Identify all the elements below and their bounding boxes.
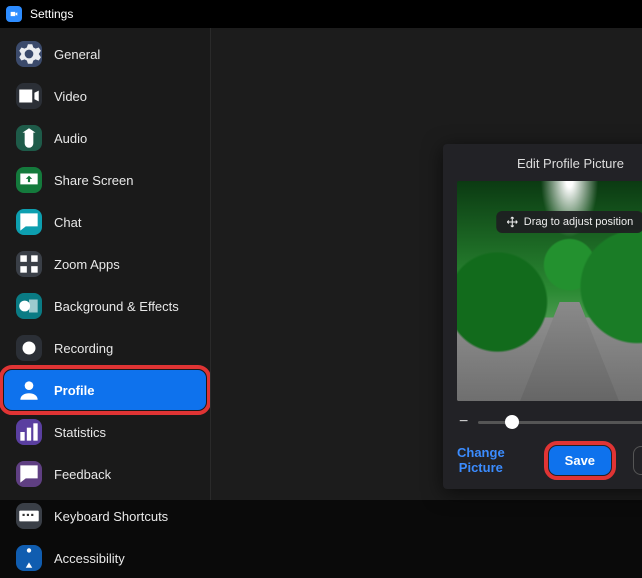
modal-title: Edit Profile Picture <box>457 156 642 171</box>
sidebar-item-label: Video <box>54 89 87 104</box>
sidebar-item-accessibility[interactable]: Accessibility <box>4 538 206 578</box>
settings-sidebar: General Video Audio Share Screen Chat Zoom Ap… <box>0 28 210 500</box>
sidebar-item-zoom-apps[interactable]: Zoom Apps <box>4 244 206 284</box>
chat-icon <box>16 209 42 235</box>
sidebar-item-audio[interactable]: Audio <box>4 118 206 158</box>
zoom-out-icon[interactable]: − <box>459 413 468 431</box>
sidebar-item-share-screen[interactable]: Share Screen <box>4 160 206 200</box>
feedback-icon <box>16 461 42 487</box>
window-title: Settings <box>30 7 73 21</box>
move-icon <box>506 216 518 228</box>
stats-icon <box>16 419 42 445</box>
sidebar-item-background-effects[interactable]: Background & Effects <box>4 286 206 326</box>
drag-hint: Drag to adjust position <box>496 211 642 233</box>
keyboard-icon <box>16 503 42 529</box>
zoom-slider[interactable] <box>478 421 642 424</box>
sidebar-item-label: Audio <box>54 131 87 146</box>
sidebar-item-label: Keyboard Shortcuts <box>54 509 168 524</box>
sidebar-item-label: Feedback <box>54 467 111 482</box>
sidebar-item-label: Accessibility <box>54 551 125 566</box>
cancel-button[interactable]: Cancel <box>633 446 642 475</box>
picture-preview[interactable]: Drag to adjust position <box>457 181 642 401</box>
change-picture-button[interactable]: Change Picture <box>457 445 505 475</box>
sidebar-item-keyboard-shortcuts[interactable]: Keyboard Shortcuts <box>4 496 206 536</box>
sidebar-item-label: Chat <box>54 215 81 230</box>
sidebar-item-label: General <box>54 47 100 62</box>
save-button[interactable]: Save <box>549 446 611 475</box>
audio-icon <box>16 125 42 151</box>
content-pane: Argentina ion ures Edit Profile Picture … <box>210 28 642 500</box>
zoom-thumb[interactable] <box>505 415 519 429</box>
sidebar-item-label: Share Screen <box>54 173 134 188</box>
sidebar-item-general[interactable]: General <box>4 34 206 74</box>
recording-icon <box>16 335 42 361</box>
bgfx-icon <box>16 293 42 319</box>
sidebar-item-statistics[interactable]: Statistics <box>4 412 206 452</box>
app-icon <box>6 6 22 22</box>
edit-profile-picture-modal: Edit Profile Picture Drag to adjust posi… <box>443 144 642 489</box>
share-icon <box>16 167 42 193</box>
sidebar-item-label: Profile <box>54 383 94 398</box>
sidebar-item-label: Background & Effects <box>54 299 179 314</box>
sidebar-item-recording[interactable]: Recording <box>4 328 206 368</box>
apps-icon <box>16 251 42 277</box>
sidebar-item-video[interactable]: Video <box>4 76 206 116</box>
sidebar-item-chat[interactable]: Chat <box>4 202 206 242</box>
sidebar-item-label: Recording <box>54 341 113 356</box>
sidebar-item-label: Statistics <box>54 425 106 440</box>
drag-hint-text: Drag to adjust position <box>524 216 633 228</box>
gear-icon <box>16 41 42 67</box>
sidebar-item-feedback[interactable]: Feedback <box>4 454 206 494</box>
sidebar-item-profile[interactable]: Profile <box>4 370 206 410</box>
titlebar: Settings <box>0 0 642 28</box>
zoom-slider-row: − + <box>459 413 642 431</box>
sidebar-item-label: Zoom Apps <box>54 257 120 272</box>
profile-icon <box>16 377 42 403</box>
a11y-icon <box>16 545 42 571</box>
video-icon <box>16 83 42 109</box>
